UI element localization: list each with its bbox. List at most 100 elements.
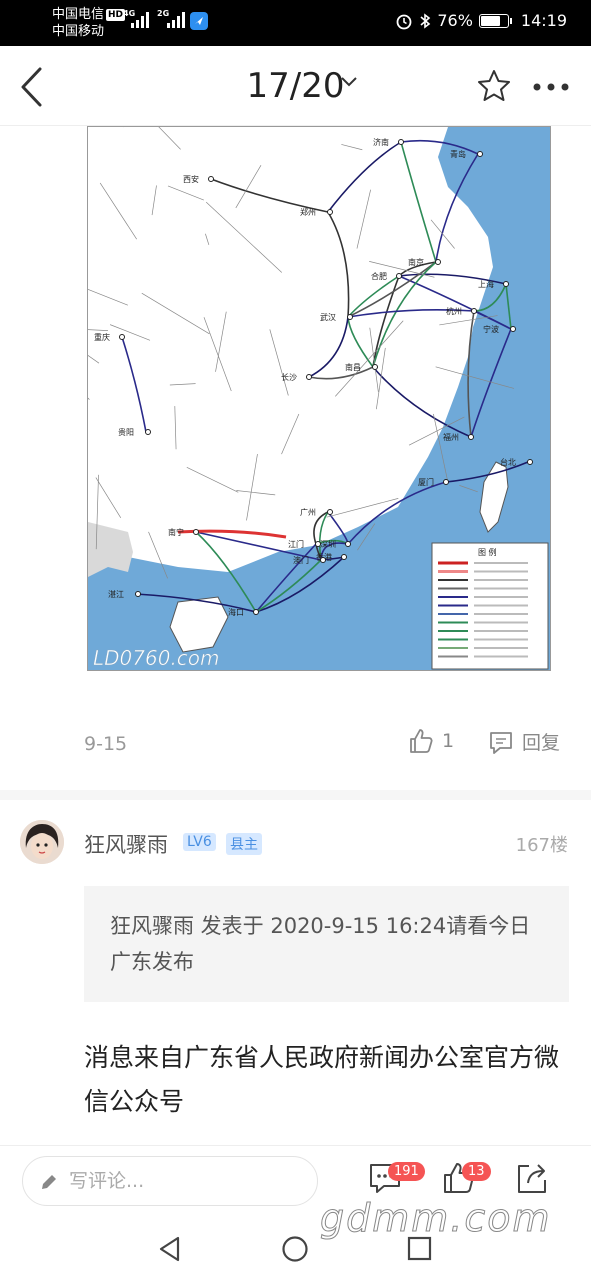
star-icon[interactable] (476, 68, 512, 102)
avatar-image (20, 820, 64, 864)
map-legend: 图 例 (431, 542, 549, 670)
city-dot (398, 139, 404, 145)
rail-line (400, 141, 437, 263)
carrier-info: 中国电信 HD 中国移动 (52, 6, 126, 40)
city-label: 济南 (373, 137, 389, 147)
signal-icon (131, 12, 149, 28)
floor-number: 167楼 (515, 835, 568, 856)
rail-line-minor (167, 185, 204, 201)
quote-block: 狂风骤雨 发表于 2020-9-15 16:24请看今日广东发布 (84, 886, 569, 1002)
rail-line (121, 336, 147, 433)
reply-button[interactable]: 回复 (488, 728, 560, 755)
city-dot (347, 314, 353, 320)
comment-input[interactable]: 写评论... (22, 1156, 318, 1206)
city-label: 贵阳 (118, 427, 134, 437)
city-label: 上海 (478, 279, 494, 289)
city-dot (468, 434, 474, 440)
level-badge: LV6 (183, 833, 216, 851)
city-label: 福州 (443, 433, 459, 442)
comment-icon (490, 731, 512, 754)
like-button[interactable]: 1 (408, 728, 454, 754)
legend-title: 图 例 (478, 547, 497, 557)
share-icon[interactable] (514, 1160, 550, 1196)
city-dot (253, 609, 259, 615)
city-label: 重庆 (94, 332, 110, 342)
avatar[interactable] (20, 820, 64, 864)
rail-line (347, 261, 437, 318)
city-label: 深圳 (320, 539, 336, 549)
rail-line (327, 211, 350, 318)
more-icon[interactable] (532, 82, 572, 92)
city-dot (477, 151, 483, 157)
rail-line-minor (236, 490, 276, 496)
city-dot (208, 176, 214, 182)
city-dot (435, 259, 441, 265)
reply-username[interactable]: 狂风骤雨 (84, 829, 168, 859)
app-notification-icon (190, 12, 208, 30)
rail-line-minor (88, 397, 90, 400)
city-label: 台北 (500, 457, 516, 467)
bluetooth-icon (420, 12, 431, 29)
city-dot (320, 557, 326, 563)
site-watermark: gdmm.com (320, 1196, 552, 1241)
city-label: 合肥 (371, 271, 387, 281)
rail-line-minor (88, 288, 128, 306)
carrier-1: 中国电信 (52, 7, 105, 22)
section-divider (0, 790, 591, 800)
city-dot (306, 374, 312, 380)
city-label: 杭州 (446, 306, 462, 316)
city-dot (327, 509, 333, 515)
city-dot (341, 554, 347, 560)
city-label: 郑州 (300, 207, 316, 217)
city-label: 澳门 (293, 555, 309, 565)
city-dot (527, 459, 533, 465)
rail-line-minor (88, 329, 109, 331)
chevron-down-icon[interactable] (340, 76, 358, 88)
railway-map: 济南青岛西安郑州合肥 南京上海武汉 杭州宁波重庆南昌长沙贵阳福州台北厦门广州南宁湛江… (88, 127, 550, 670)
rail-line-minor (141, 292, 210, 335)
role-badge: 县主 (226, 833, 262, 855)
city-label: 厦门 (418, 477, 434, 487)
alarm-icon (396, 14, 412, 29)
city-dot (327, 209, 333, 215)
rail-line-minor (430, 219, 455, 249)
home-nav-icon[interactable] (281, 1235, 309, 1263)
reply-label: 回复 (522, 732, 561, 754)
rail-line-minor (205, 201, 283, 273)
rail-line-minor (174, 406, 177, 450)
like-count: 1 (442, 730, 455, 752)
city-label: 长沙 (281, 372, 297, 382)
rail-line-minor (235, 164, 262, 209)
rail-line-minor (151, 185, 157, 216)
city-dot (503, 281, 509, 287)
rail-line-minor (341, 144, 363, 151)
rail-line-minor (109, 324, 151, 341)
railway-map-image[interactable]: 济南 青岛 西安 郑州 合肥 南京 上海 武汉 杭州 宁波 重庆 南昌 长沙 贵阳 福州 台北 厦门 广州 南宁 湛江… (87, 126, 551, 671)
rail-line-minor (205, 233, 210, 245)
city-dot (315, 541, 321, 547)
rail-line-minor (281, 413, 300, 455)
battery-percent: 76% (437, 11, 473, 30)
like-count-badge: 13 (462, 1162, 491, 1181)
city-dot (471, 308, 477, 314)
city-label: 南宁 (168, 527, 184, 537)
city-dot (193, 529, 199, 535)
city-dot (510, 326, 516, 332)
rail-line-minor (169, 383, 196, 386)
signal-icon-2 (167, 12, 185, 28)
back-nav-icon[interactable] (157, 1235, 181, 1263)
city-label: 宁波 (483, 324, 499, 334)
city-dot (443, 479, 449, 485)
city-dot (372, 364, 378, 370)
rail-line-minor (186, 467, 239, 493)
city-dot (119, 334, 125, 340)
city-dot (345, 541, 351, 547)
rail-line-minor (203, 317, 232, 392)
rail-line-minor (246, 453, 258, 521)
pencil-icon (42, 1175, 56, 1189)
city-label: 南昌 (345, 362, 361, 372)
status-bar: 中国电信 HD 中国移动 4G 2G 76% 14:19 (0, 0, 591, 46)
thumbs-up-icon (410, 729, 433, 753)
post-date: 9-15 (84, 733, 128, 755)
city-label: 武汉 (320, 312, 336, 322)
